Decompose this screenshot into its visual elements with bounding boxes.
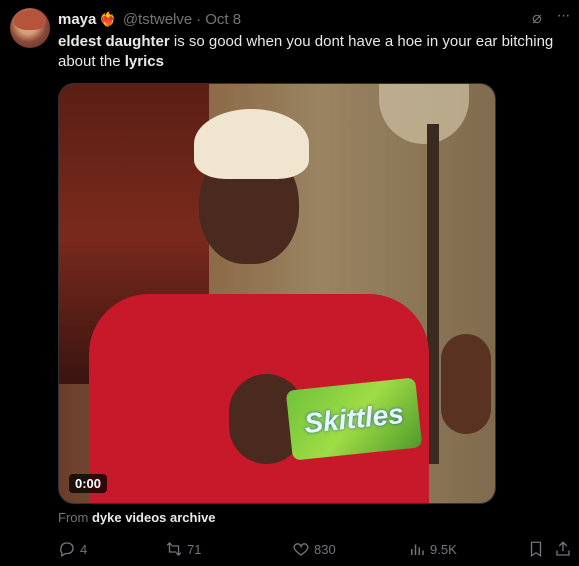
retweet-count: 71 [187, 541, 202, 557]
video-timestamp: 0:00 [69, 474, 108, 493]
source-name[interactable]: dyke videos archive [92, 510, 216, 525]
tweet-text: eldest daughter is so good when you dont… [58, 32, 568, 72]
bookmark-button[interactable] [527, 540, 549, 558]
video-candy-bag: Skittles [285, 377, 423, 461]
views-icon [411, 544, 424, 555]
more-options-icon[interactable]: ··· [552, 8, 574, 26]
tweet-header: maya ❤️‍🔥 @tstwelve · Oct 8 [58, 9, 241, 29]
video-source: From dyke videos archive [58, 510, 216, 525]
tweet-text-bold-1: eldest daughter [58, 33, 170, 50]
reply-icon [60, 542, 74, 557]
source-prefix: From [58, 510, 92, 525]
share-button[interactable] [554, 540, 576, 558]
heart-fire-emoji: ❤️‍🔥 [99, 10, 117, 27]
separator-dot: · [196, 10, 202, 28]
like-button[interactable]: 830 [292, 540, 336, 558]
heart-icon [293, 543, 309, 556]
tweet-date[interactable]: Oct 8 [205, 11, 241, 28]
video-player[interactable]: Skittles 0:00 [58, 83, 496, 504]
grok-icon[interactable]: ⌀ [528, 10, 546, 28]
retweet-button[interactable]: 71 [165, 540, 201, 558]
author-avatar[interactable] [10, 8, 50, 48]
retweet-icon [166, 542, 182, 556]
reply-count: 4 [80, 541, 88, 557]
views-count: 9.5K [430, 541, 457, 557]
avatar-hair [14, 10, 46, 30]
tweet-actions: 4 71 830 9.5K [58, 540, 574, 560]
bookmark-icon [530, 541, 542, 558]
tweet-text-bold-2: lyrics [124, 53, 164, 70]
video-person-thumb [441, 334, 491, 434]
video-person-hair [194, 109, 309, 179]
share-icon [556, 541, 570, 556]
reply-button[interactable]: 4 [58, 540, 87, 558]
author-name[interactable]: maya [58, 11, 96, 28]
like-count: 830 [314, 541, 336, 557]
author-handle[interactable]: @tstwelve [123, 11, 192, 28]
views-button[interactable]: 9.5K [408, 540, 457, 558]
